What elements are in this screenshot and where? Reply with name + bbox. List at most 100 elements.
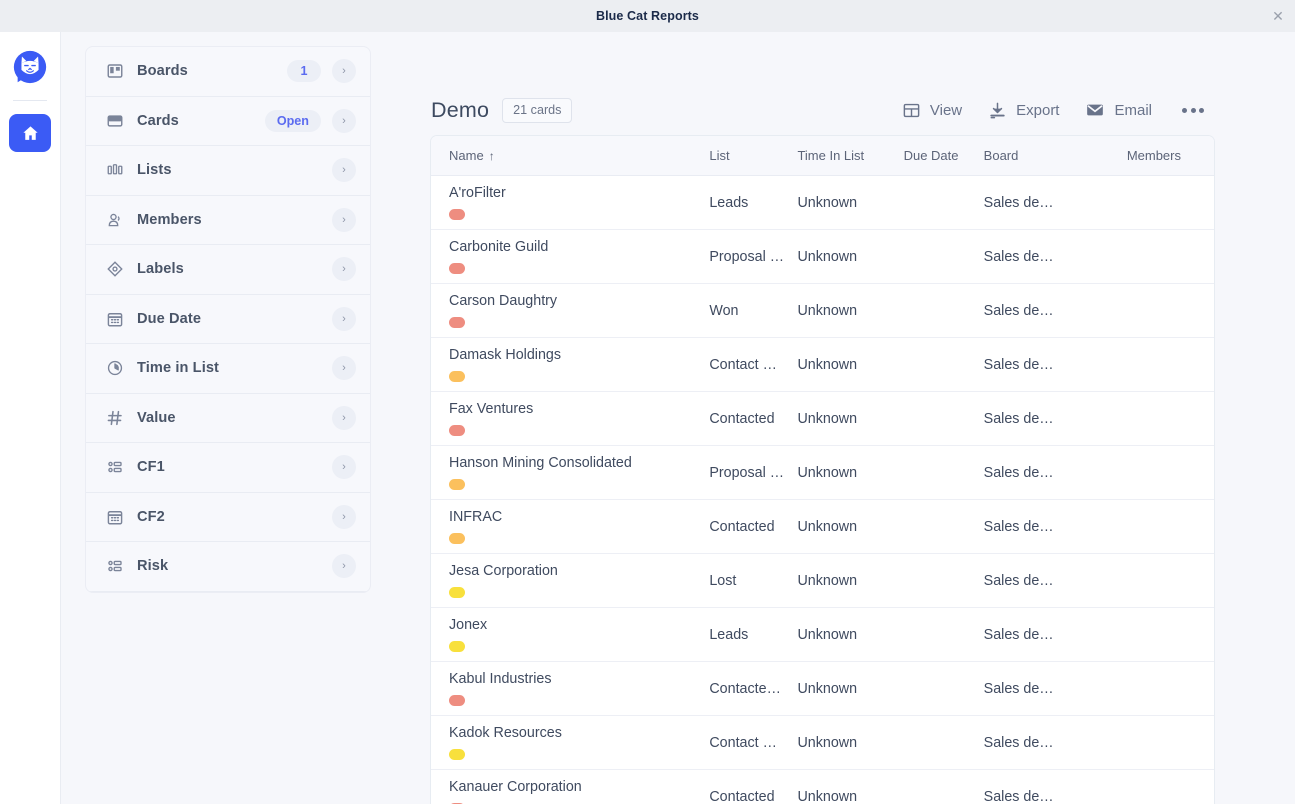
sidebar: Boards 1 › Cards Open › Lists › Members … [61, 32, 395, 804]
card-label-dot [449, 316, 465, 328]
sidebar-item-time-in-list[interactable]: Time in List › [86, 344, 370, 394]
custom-field-icon [105, 557, 124, 576]
cell-list: Contacte… [709, 680, 781, 697]
rail-divider [13, 100, 47, 101]
cell-card-name[interactable]: Hanson Mining Consolidated [431, 446, 709, 500]
blue-cat-logo-icon [11, 48, 49, 86]
cell-card-name[interactable]: Jesa Corporation [431, 554, 709, 608]
table-row[interactable]: Kabul Industries Contacte… Unknown Sales de… [431, 662, 1214, 716]
cell-card-name[interactable]: Kadok Resources [431, 716, 709, 770]
chevron-right-icon[interactable]: › [332, 554, 356, 579]
cell-board: Sales de… [983, 464, 1054, 481]
table-row[interactable]: A'roFilter Leads Unknown Sales de… [431, 176, 1214, 230]
table-header: Name ↑ List Time In List Due Date Board M… [431, 136, 1214, 176]
home-button[interactable] [9, 114, 51, 152]
export-label: Export [1016, 101, 1060, 119]
cell-time-in-list: Unknown [797, 248, 858, 265]
table-row[interactable]: Hanson Mining Consolidated Proposal … Unkn… [431, 446, 1214, 500]
cell-card-name[interactable]: Fax Ventures [431, 392, 709, 446]
chevron-right-icon[interactable]: › [332, 108, 356, 133]
column-header-board[interactable]: Board [983, 136, 1094, 176]
chevron-right-icon[interactable]: › [332, 306, 356, 331]
cell-list: Proposal … [709, 464, 785, 481]
sidebar-item-value[interactable]: Value › [86, 394, 370, 443]
sidebar-item-lists[interactable]: Lists › [86, 146, 370, 196]
column-header-due-date[interactable]: Due Date [903, 136, 984, 176]
calendar-icon [105, 309, 124, 328]
cell-card-name[interactable]: INFRAC [431, 500, 709, 554]
cell-due-date [904, 662, 984, 716]
cell-card-name[interactable]: Carson Daughtry [431, 284, 709, 338]
cell-time-in-list: Unknown [797, 518, 858, 535]
chevron-right-icon[interactable]: › [332, 504, 356, 529]
sidebar-item-cf1[interactable]: CF1 › [86, 443, 370, 493]
cell-time-in-list: Unknown [797, 788, 858, 804]
table-row[interactable]: Fax Ventures Contacted Unknown Sales de… [431, 392, 1214, 446]
left-rail [0, 32, 61, 804]
cell-due-date [904, 176, 984, 230]
card-name-text: Jesa Corporation [449, 563, 558, 580]
sidebar-item-label: CF1 [137, 459, 165, 476]
sidebar-item-label: Risk [137, 558, 169, 575]
cell-board: Sales de… [983, 356, 1054, 373]
sidebar-item-members[interactable]: Members › [86, 196, 370, 245]
cell-time-in-list: Unknown [797, 464, 858, 481]
cell-list: Contacted [709, 518, 775, 535]
sidebar-item-risk[interactable]: Risk › [86, 542, 370, 592]
table-row[interactable]: Carson Daughtry Won Unknown Sales de… [431, 284, 1214, 338]
sidebar-item-label: Members [137, 211, 202, 228]
table-row[interactable]: Carbonite Guild Proposal … Unknown Sales de… [431, 230, 1214, 284]
table-row[interactable]: Kadok Resources Contact … Unknown Sales de… [431, 716, 1214, 770]
more-options-icon[interactable] [1178, 104, 1208, 117]
card-label-dot [449, 208, 465, 220]
chevron-right-icon[interactable]: › [332, 257, 356, 282]
boards-icon [105, 62, 124, 81]
email-button[interactable]: Email [1085, 100, 1152, 120]
cell-due-date [904, 716, 984, 770]
cell-board: Sales de… [983, 410, 1054, 427]
sidebar-item-cf2[interactable]: CF2 › [86, 493, 370, 542]
cell-card-name[interactable]: Kabul Industries [431, 662, 709, 716]
column-header-name[interactable]: Name ↑ [431, 136, 710, 176]
chevron-right-icon[interactable]: › [332, 356, 356, 381]
cell-time-in-list: Unknown [797, 734, 858, 751]
cards-table-container: Name ↑ List Time In List Due Date Board M… [431, 136, 1214, 804]
sidebar-item-labels[interactable]: Labels › [86, 245, 370, 295]
view-button[interactable]: View [902, 101, 962, 120]
content-header: Demo 21 cards View Export Email [395, 32, 1295, 136]
sidebar-item-cards[interactable]: Cards Open › [86, 97, 370, 146]
members-icon [105, 210, 124, 229]
table-row[interactable]: INFRAC Contacted Unknown Sales de… [431, 500, 1214, 554]
sidebar-item-due-date[interactable]: Due Date › [86, 295, 370, 344]
cell-card-name[interactable]: A'roFilter [431, 176, 709, 230]
card-label-dot [449, 694, 465, 706]
column-header-list[interactable]: List [709, 136, 798, 176]
table-row[interactable]: Jesa Corporation Lost Unknown Sales de… [431, 554, 1214, 608]
sidebar-item-label: CF2 [137, 508, 165, 525]
cell-card-name[interactable]: Carbonite Guild [431, 230, 709, 284]
sidebar-item-boards[interactable]: Boards 1 › [86, 47, 370, 97]
cell-time-in-list: Unknown [797, 302, 858, 319]
chevron-right-icon[interactable]: › [332, 59, 356, 84]
cell-card-name[interactable]: Jonex [431, 608, 709, 662]
sidebar-item-label: Labels [137, 261, 184, 278]
chevron-right-icon[interactable]: › [332, 207, 356, 232]
close-icon[interactable]: ✕ [1267, 5, 1289, 27]
cards-icon [105, 111, 124, 130]
export-button[interactable]: Export [988, 101, 1059, 120]
column-header-members[interactable]: Members [1093, 136, 1214, 176]
cell-list: Contacted [709, 788, 775, 804]
cell-board: Sales de… [983, 626, 1054, 643]
cell-card-name[interactable]: Kanauer Corporation [431, 770, 709, 804]
table-row[interactable]: Jonex Leads Unknown Sales de… [431, 608, 1214, 662]
chevron-right-icon[interactable]: › [332, 455, 356, 480]
chevron-right-icon[interactable]: › [332, 158, 356, 183]
table-row[interactable]: Kanauer Corporation Contacted Unknown Sales… [431, 770, 1214, 804]
chevron-right-icon[interactable]: › [332, 405, 356, 430]
sidebar-badge-cards: Open [264, 109, 321, 132]
sidebar-item-label: Cards [137, 112, 179, 129]
cell-card-name[interactable]: Damask Holdings [431, 338, 709, 392]
column-header-time-in-list[interactable]: Time In List [797, 136, 904, 176]
table-row[interactable]: Damask Holdings Contact … Unknown Sales de… [431, 338, 1214, 392]
card-label-dot [449, 532, 465, 544]
